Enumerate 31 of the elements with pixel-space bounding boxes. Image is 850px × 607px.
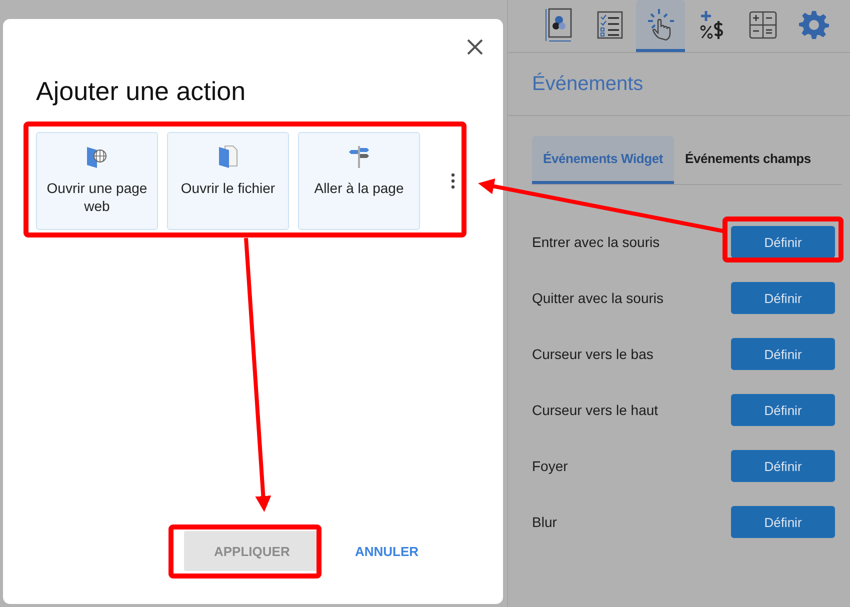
book-globe-icon [85, 145, 109, 169]
event-label: Curseur vers le haut [532, 402, 658, 418]
settings-icon [798, 10, 828, 40]
cancel-button[interactable]: ANNULER [355, 531, 419, 571]
action-card[interactable]: Ouvrir le fichier [167, 132, 289, 230]
panel-title: Événements [532, 72, 644, 96]
hand-click-icon [646, 8, 674, 42]
close-icon[interactable] [465, 37, 485, 57]
checklist-icon [596, 10, 622, 38]
event-label: Blur [532, 514, 557, 530]
define-button[interactable]: Définir [731, 338, 835, 370]
define-button[interactable]: Définir [731, 226, 835, 258]
define-button[interactable]: Définir [731, 506, 835, 538]
define-button[interactable]: Définir [731, 282, 835, 314]
tab[interactable]: Événements Widget [532, 136, 674, 184]
book-document-icon [218, 145, 238, 169]
event-label: Foyer [532, 458, 568, 474]
event-label: Curseur vers le bas [532, 346, 654, 362]
toolbar-tab[interactable] [636, 0, 685, 52]
dialog-title: Ajouter une action [36, 75, 246, 107]
event-label: Entrer avec la souris [532, 234, 660, 250]
signpost-icon [348, 145, 370, 169]
tab[interactable]: Événements champs [674, 136, 822, 184]
image-frame-icon [544, 8, 572, 42]
define-button[interactable]: Définir [731, 394, 835, 426]
action-card[interactable]: Aller à la page [298, 132, 420, 230]
action-card[interactable]: Ouvrir une page web [36, 132, 158, 230]
event-label: Quitter avec la souris [532, 290, 664, 306]
calculator-icon [748, 10, 776, 38]
percent-dollar-icon [698, 10, 724, 40]
define-button[interactable]: Définir [731, 450, 835, 482]
